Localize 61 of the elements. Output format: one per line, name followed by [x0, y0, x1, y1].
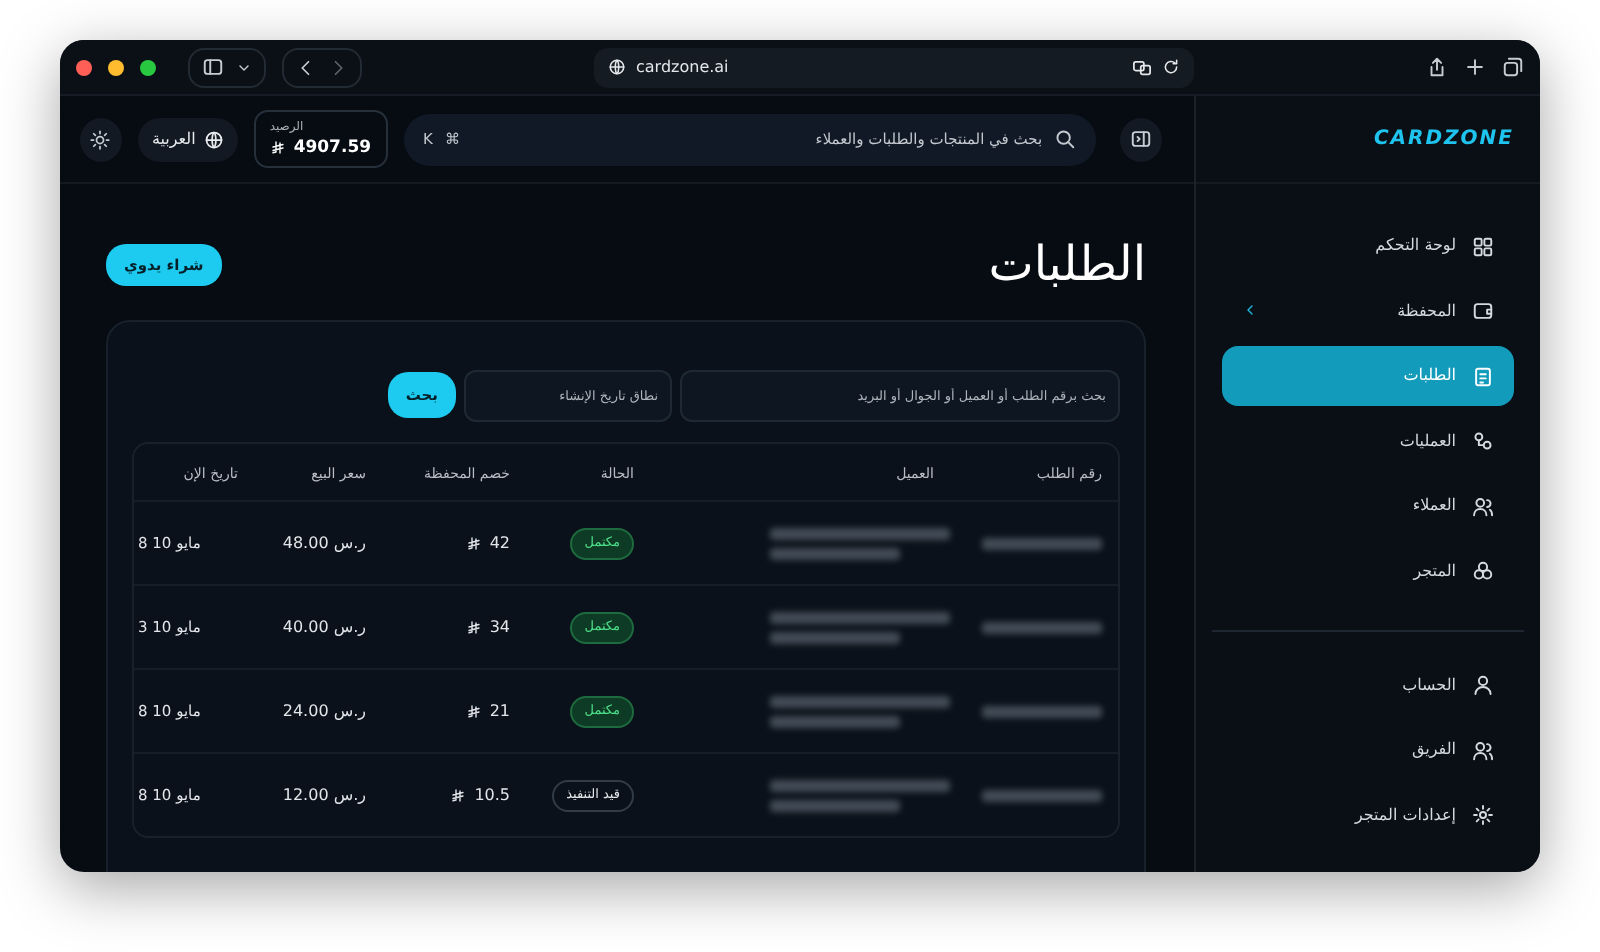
users-icon [1472, 495, 1494, 517]
sidebar-item[interactable]: الحساب [1222, 655, 1514, 715]
sale-price: ر.س 24.00 [254, 668, 382, 753]
wallet-discount: 42 [489, 531, 510, 556]
sidebar-item[interactable]: العمليات [1222, 411, 1514, 471]
redacted-customer-phone [770, 631, 900, 644]
share-icon[interactable] [1426, 56, 1448, 78]
riyal-icon [465, 703, 482, 720]
zoom-button[interactable] [140, 59, 156, 75]
reload-icon[interactable] [1162, 58, 1180, 76]
url-text: cardzone.ai [636, 55, 729, 79]
sidebar-icon [202, 56, 224, 78]
wallet-discount: 10.5 [474, 783, 510, 808]
riyal-icon [269, 140, 286, 156]
store-icon [1472, 560, 1494, 582]
redacted-order-number [982, 705, 1102, 718]
sidebar-item[interactable]: إعدادات المتجر [1222, 785, 1514, 845]
flow-icon [1472, 430, 1494, 452]
sidebar-item[interactable]: المحفظة [1222, 281, 1514, 341]
redacted-customer-phone [770, 547, 900, 560]
document-icon [1472, 365, 1494, 387]
language-button[interactable]: العربية [137, 117, 238, 161]
globe-icon [203, 129, 224, 149]
balance-amount: 4907.59 [293, 135, 372, 161]
sale-price: ر.س 12.00 [254, 752, 382, 837]
dashboard-icon [1472, 235, 1494, 257]
sidebar-item[interactable]: الفريق [1222, 720, 1514, 780]
user-icon [1472, 674, 1494, 696]
close-button[interactable] [76, 59, 92, 75]
wallet-discount: 21 [489, 699, 510, 724]
users-icon [1472, 739, 1494, 761]
tabs-icon[interactable] [1502, 56, 1524, 78]
redacted-customer-phone [770, 799, 900, 812]
wallet-discount: 34 [489, 615, 510, 640]
riyal-icon [450, 787, 467, 804]
wallet-icon [1472, 300, 1494, 322]
panel-toggle-button[interactable] [1120, 117, 1162, 161]
redacted-order-number [982, 789, 1102, 802]
redacted-order-number [982, 537, 1102, 550]
logo: CARDZONE [1373, 126, 1514, 154]
translate-icon [1132, 57, 1152, 77]
theme-toggle-button[interactable] [80, 117, 122, 161]
sun-icon [90, 129, 111, 149]
sale-price: ر.س 48.00 [254, 500, 382, 585]
sale-price: ر.س 40.00 [254, 584, 382, 669]
sidebar-item[interactable]: العملاء [1222, 476, 1514, 536]
sidebar-item[interactable]: المتجر [1222, 541, 1514, 601]
search-icon [1054, 128, 1077, 150]
address-bar[interactable]: cardzone.ai [594, 47, 1194, 87]
panel-icon [1130, 128, 1153, 150]
sidebar-toggle-button[interactable] [188, 47, 266, 87]
sidebar-item[interactable]: لوحة التحكم [1222, 216, 1514, 276]
riyal-icon [465, 619, 482, 636]
chevron-icon [1242, 302, 1258, 319]
page-title: الطلبات [988, 236, 1146, 294]
redacted-customer-phone [770, 715, 900, 728]
globe-icon [608, 58, 626, 76]
riyal-icon [465, 535, 482, 552]
redacted-order-number [982, 621, 1102, 634]
minimize-button[interactable] [108, 59, 124, 75]
plus-icon[interactable] [1464, 56, 1486, 78]
